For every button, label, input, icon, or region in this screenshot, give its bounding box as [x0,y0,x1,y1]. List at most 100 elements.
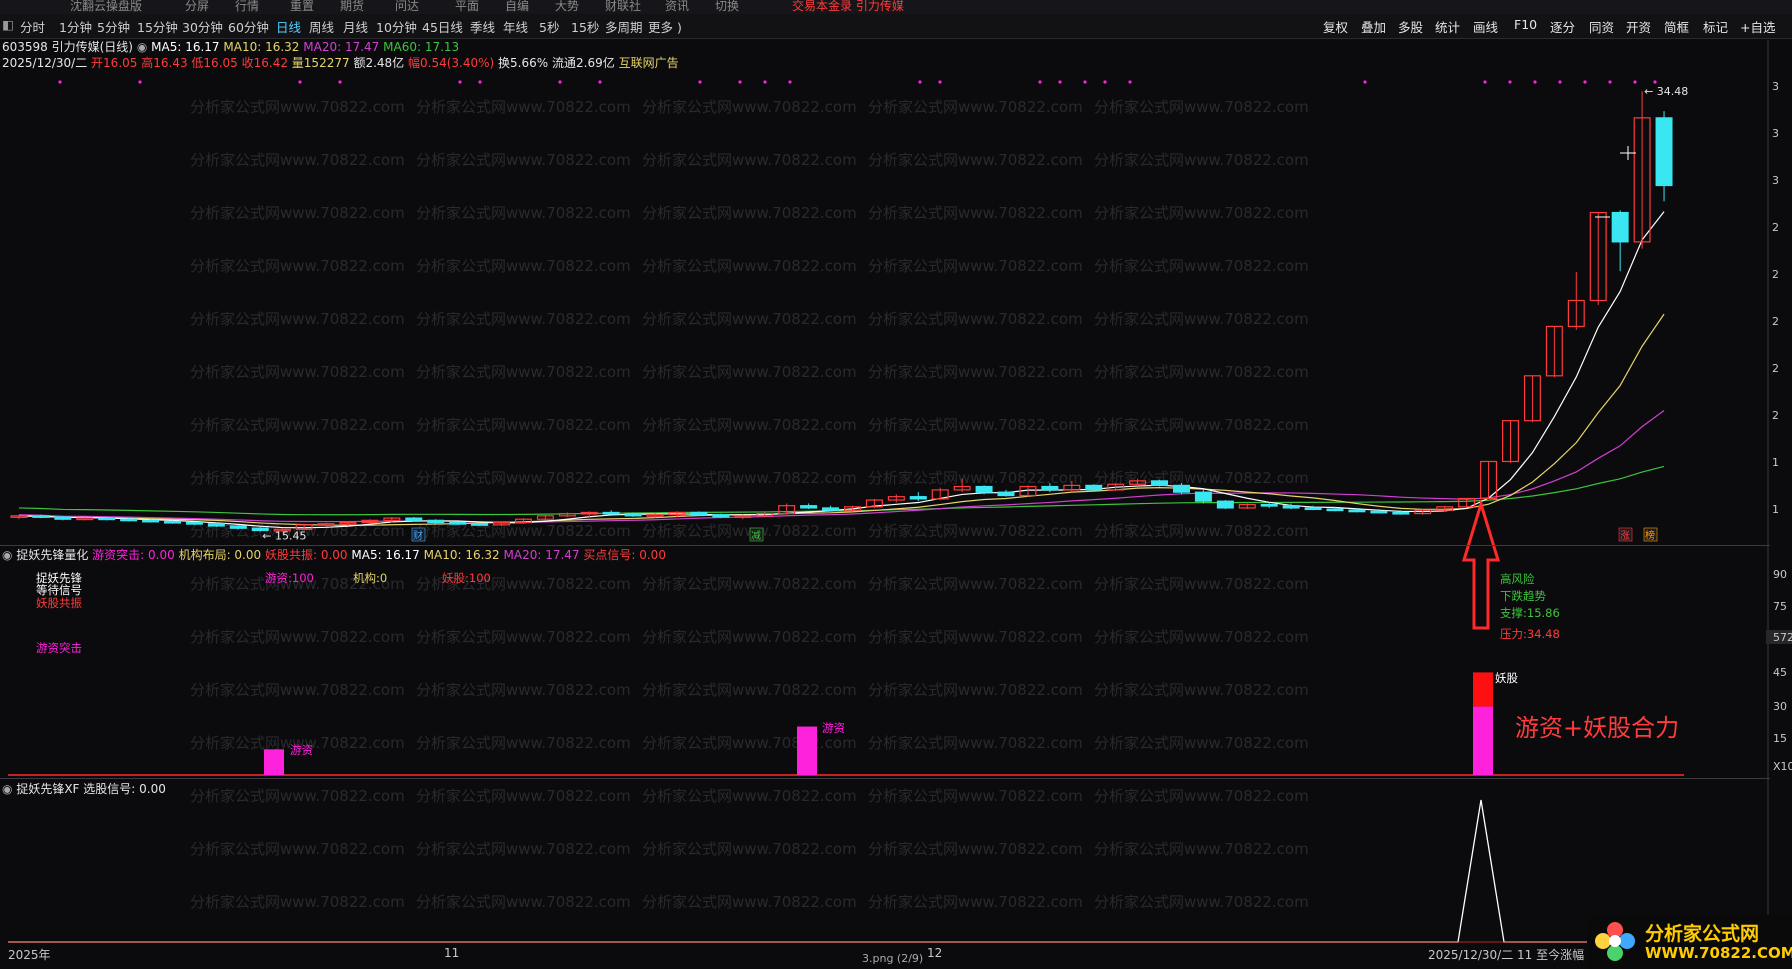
watermark-text: 分析家公式网www.70822.com [190,416,405,434]
watermark-text: 分析家公式网www.70822.com [1094,98,1309,116]
indicator2-name[interactable]: 捉妖先锋XF [16,782,79,796]
legend-item: 游资突击 [36,641,82,655]
candle-body [427,519,445,524]
signal-pressure: 压力:34.48 [1500,627,1560,641]
signal-trend: 下跌趋势 [1500,589,1546,603]
candle-body [1392,511,1410,515]
watermark-text: 分析家公式网www.70822.com [642,416,857,434]
signal-dot [298,80,302,84]
panel-divider[interactable] [0,778,1770,779]
watermark-text: 分析家公式网www.70822.com [1094,416,1309,434]
signal-dot [58,80,62,84]
watermark-text: 分析家公式网www.70822.com [1094,469,1309,487]
signal-dot [938,80,942,84]
watermark-text: 分析家公式网www.70822.com [642,840,857,858]
legend-item: 妖股共振 [36,596,82,610]
stat-yaogu: 妖股:100 [442,571,491,585]
watermark-text: 分析家公式网www.70822.com [190,310,405,328]
watermark-text: 分析家公式网www.70822.com [642,734,857,752]
watermark-text: 分析家公式网www.70822.com [1094,257,1309,275]
candle-body [1304,507,1322,511]
youzi-bar [264,749,284,775]
indicator1-v1: 游资突击: 0.00 [92,548,175,562]
watermark-text: 分析家公式网www.70822.com [1094,787,1309,805]
signal-dot [698,80,702,84]
watermark-text: 分析家公式网www.70822.com [868,363,1083,381]
candle-body [1282,505,1300,509]
collapse-icon[interactable]: ◉ [2,548,12,562]
watermark-text: 分析家公式网www.70822.com [642,893,857,911]
youzi-bar [1473,706,1493,775]
combined-force-annotation: 游资+妖股合力 [1515,714,1680,742]
flower-logo-icon [1595,922,1635,961]
signal-dot [338,80,342,84]
signal-dot [1558,80,1562,84]
xaxis-label: 12 [927,946,943,960]
watermark-text: 分析家公式网www.70822.com [1094,575,1309,593]
bar-label: 妖股 [1495,671,1518,685]
signal-dot [1083,80,1087,84]
watermark-text: 分析家公式网www.70822.com [190,787,405,805]
watermark-text: 分析家公式网www.70822.com [868,681,1083,699]
indicator2-v1: 选股信号: 0.00 [83,782,166,796]
indicator-scale-label: 90 [1773,568,1787,581]
candle-body [98,517,116,521]
candle-body [164,520,182,524]
candle-body [800,505,818,509]
indicator1-v6: MA20: 17.47 [503,548,580,562]
watermark-text: 分析家公式网www.70822.com [190,681,405,699]
indicator1-name[interactable]: 捉妖先锋量化 [16,548,88,562]
watermark-text: 分析家公式网www.70822.com [642,628,857,646]
watermark-text: 分析家公式网www.70822.com [416,257,631,275]
xaxis-label: 11 [444,946,460,960]
signal-dot [1128,80,1132,84]
kline-chart[interactable]: 分析家公式网www.70822.com 分析家公式网www.70822.com 分析… [0,0,1792,969]
high-price-label: ← 34.48 [1644,85,1688,98]
signal-dot [1103,80,1107,84]
indicator1-v5: MA10: 16.32 [423,548,500,562]
collapse-icon[interactable]: ◉ [2,782,12,796]
watermark-text: 分析家公式网www.70822.com [1094,310,1309,328]
watermark-text: 分析家公式网www.70822.com [642,257,857,275]
signal-dot [1058,80,1062,84]
price-scale-label: 1 [1772,456,1779,469]
candle-body [1326,508,1344,512]
candle-body [712,514,730,518]
candle-body [1611,211,1629,243]
watermark-text: 分析家公式网www.70822.com [416,310,631,328]
candle-body [602,511,620,515]
watermark-text: 分析家公式网www.70822.com [416,416,631,434]
candle-body [1172,484,1190,493]
watermark-text: 分析家公式网www.70822.com [868,787,1083,805]
indicator1-v3: 妖股共振: 0.00 [264,548,348,562]
signal-support: 支撑:15.86 [1500,606,1560,620]
candle-body [909,496,927,500]
candle-body [32,515,50,518]
up-arrow-icon [1461,498,1501,630]
candle-body [471,523,489,526]
candle-body [1370,510,1388,514]
watermark-text: 分析家公式网www.70822.com [642,469,857,487]
price-scale-label: 3 [1772,80,1779,93]
candle-body [405,517,423,521]
indicator1-v2: 机构布局: 0.00 [178,548,262,562]
candle-body [1085,484,1103,491]
candle-body [1348,509,1366,513]
indicator-scale-label: X10 [1773,760,1792,773]
watermark-text: 分析家公式网www.70822.com [642,363,857,381]
candle-body [185,521,203,525]
watermark-text: 分析家公式网www.70822.com [1094,840,1309,858]
event-marker-label: 涨 [1620,530,1630,542]
signal-dot [1653,80,1657,84]
signal-dot [788,80,792,84]
watermark-text: 分析家公式网www.70822.com [190,257,405,275]
watermark-text: 分析家公式网www.70822.com [416,469,631,487]
xaxis-label: 2025年 [8,948,51,962]
watermark-text: 分析家公式网www.70822.com [190,204,405,222]
watermark-text: 分析家公式网www.70822.com [868,840,1083,858]
indicator1-header: ◉ 捉妖先锋量化 游资突击: 0.00 机构布局: 0.00 妖股共振: 0.0… [2,546,666,563]
watermark-text: 分析家公式网www.70822.com [416,204,631,222]
indicator1-v4: MA5: 16.17 [351,548,420,562]
watermark-text: 分析家公式网www.70822.com [190,628,405,646]
candle-body [54,516,72,520]
